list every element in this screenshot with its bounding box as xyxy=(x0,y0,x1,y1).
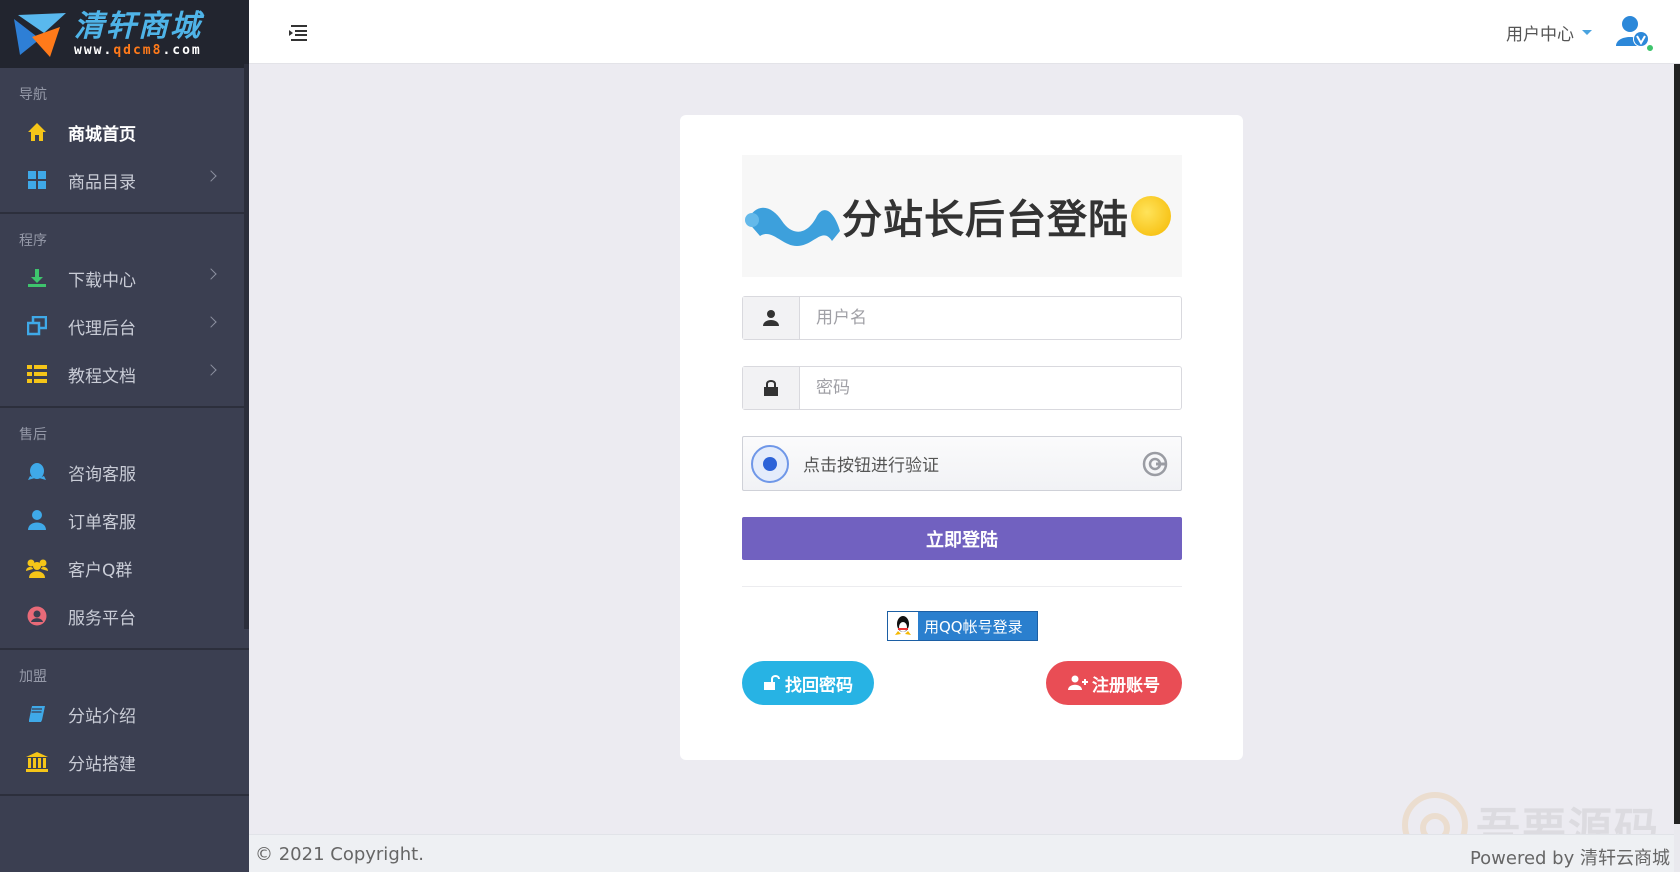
sidebar-item-label: 咨询客服 xyxy=(68,464,136,485)
sidebar-item[interactable]: 教程文档 xyxy=(0,350,249,398)
sidebar-item[interactable]: 服务平台 xyxy=(0,592,249,640)
chevron-right-icon xyxy=(205,170,217,182)
sidebar-item[interactable]: 订单客服 xyxy=(0,496,249,544)
sidebar-item[interactable]: 商品目录 xyxy=(0,156,249,204)
login-card: 分站长后台登陆 点击按钮进行验证 立即登陆 用QQ帐号登录 找回密码 xyxy=(680,115,1243,760)
captcha-logo-icon xyxy=(1142,451,1168,477)
list-icon xyxy=(26,363,48,385)
sidebar-item[interactable]: 代理后台 xyxy=(0,302,249,350)
sidebar-scrollbar[interactable] xyxy=(244,64,249,629)
verify-radio-icon xyxy=(751,444,789,483)
logo-url: www.qdcm8.com xyxy=(74,42,202,58)
user-center-dropdown[interactable]: 用户中心 xyxy=(1506,20,1592,45)
copyright-text: © 2021 Copyright. xyxy=(255,844,424,865)
group-icon xyxy=(26,557,48,579)
user-circle-icon xyxy=(26,605,48,627)
nav-section: 程序下载中心代理后台教程文档 xyxy=(0,214,249,408)
sidebar-item-label: 教程文档 xyxy=(68,366,136,387)
sidebar-item-label: 客户Q群 xyxy=(68,560,133,581)
sidebar-item-label: 服务平台 xyxy=(68,608,136,629)
home-icon xyxy=(26,121,48,143)
sidebar-item[interactable]: 下载中心 xyxy=(0,254,249,302)
nav-section-title: 程序 xyxy=(19,233,47,249)
chevron-right-icon xyxy=(205,364,217,376)
qq-login-button[interactable]: 用QQ帐号登录 xyxy=(887,611,1038,641)
qq-login-label: 用QQ帐号登录 xyxy=(924,617,1023,636)
divider xyxy=(742,586,1182,587)
user-icon xyxy=(26,509,48,531)
add-user-icon xyxy=(1068,675,1088,690)
top-header: 用户中心 xyxy=(249,0,1680,64)
wave-decoration-icon xyxy=(745,207,840,246)
sidebar: 清轩商城 www.qdcm8.com 导航商城首页商品目录程序下载中心代理后台教… xyxy=(0,0,249,872)
sun-decoration-icon xyxy=(1131,196,1171,236)
forgot-password-button[interactable]: 找回密码 xyxy=(742,661,874,705)
caret-down-icon xyxy=(1582,30,1592,35)
nav-section-title: 加盟 xyxy=(19,669,47,685)
powered-by-text: Powered by 清轩云商城 xyxy=(1469,848,1670,869)
sidebar-item[interactable]: 分站介绍 xyxy=(0,690,249,738)
forgot-password-label: 找回密码 xyxy=(785,675,853,696)
captcha-verify-button[interactable]: 点击按钮进行验证 xyxy=(742,436,1182,491)
qq-icon xyxy=(26,461,48,483)
sidebar-item[interactable]: 分站搭建 xyxy=(0,738,249,786)
nav-section: 导航商城首页商品目录 xyxy=(0,68,249,214)
chevron-right-icon xyxy=(205,268,217,280)
nav-section-title: 售后 xyxy=(19,427,47,443)
footer: © 2021 Copyright. Powered by 清轩云商城 xyxy=(249,834,1674,872)
sidebar-item[interactable]: 咨询客服 xyxy=(0,448,249,496)
username-field-group xyxy=(742,296,1182,340)
windows-icon xyxy=(26,315,48,337)
banner-title: 分站长后台登陆 xyxy=(842,196,1129,243)
sidebar-item[interactable]: 客户Q群 xyxy=(0,544,249,592)
login-banner: 分站长后台登陆 xyxy=(742,155,1182,277)
password-field-group xyxy=(742,366,1182,410)
unlock-icon xyxy=(764,675,780,690)
bank-icon xyxy=(26,751,48,773)
nav-section: 售后咨询客服订单客服客户Q群服务平台 xyxy=(0,408,249,650)
grid-icon xyxy=(26,169,48,191)
logo-mark-icon xyxy=(14,13,66,57)
sidebar-item-label: 下载中心 xyxy=(68,270,136,291)
sidebar-item[interactable]: 商城首页 xyxy=(0,108,249,156)
login-button[interactable]: 立即登陆 xyxy=(742,517,1182,560)
download-icon xyxy=(26,267,48,289)
menu-toggle-icon[interactable] xyxy=(287,22,309,42)
sidebar-item-label: 商品目录 xyxy=(68,172,136,193)
sidebar-nav: 导航商城首页商品目录程序下载中心代理后台教程文档售后咨询客服订单客服客户Q群服务… xyxy=(0,68,249,796)
sidebar-item-label: 订单客服 xyxy=(68,512,136,533)
user-avatar-icon[interactable] xyxy=(1614,12,1654,52)
page-scrollbar-thumb[interactable] xyxy=(1674,64,1680,824)
verify-text: 点击按钮进行验证 xyxy=(803,456,939,476)
username-input[interactable] xyxy=(800,297,1181,339)
book-icon xyxy=(26,703,48,725)
chevron-right-icon xyxy=(205,316,217,328)
user-icon xyxy=(743,297,800,339)
qq-penguin-icon xyxy=(888,612,918,640)
register-button[interactable]: 注册账号 xyxy=(1046,661,1182,705)
nav-section-title: 导航 xyxy=(19,87,47,103)
logo-title: 清轩商城 xyxy=(74,8,202,44)
sidebar-item-label: 代理后台 xyxy=(68,318,136,339)
page-scrollbar[interactable] xyxy=(1674,64,1680,872)
logo[interactable]: 清轩商城 www.qdcm8.com xyxy=(0,0,249,68)
sidebar-item-label: 商城首页 xyxy=(68,124,136,145)
nav-section: 加盟分站介绍分站搭建 xyxy=(0,650,249,796)
password-input[interactable] xyxy=(800,367,1181,409)
register-label: 注册账号 xyxy=(1092,675,1160,696)
lock-icon xyxy=(743,367,800,409)
user-center-label: 用户中心 xyxy=(1506,25,1574,45)
sidebar-item-label: 分站介绍 xyxy=(68,706,136,727)
sidebar-item-label: 分站搭建 xyxy=(68,754,136,775)
